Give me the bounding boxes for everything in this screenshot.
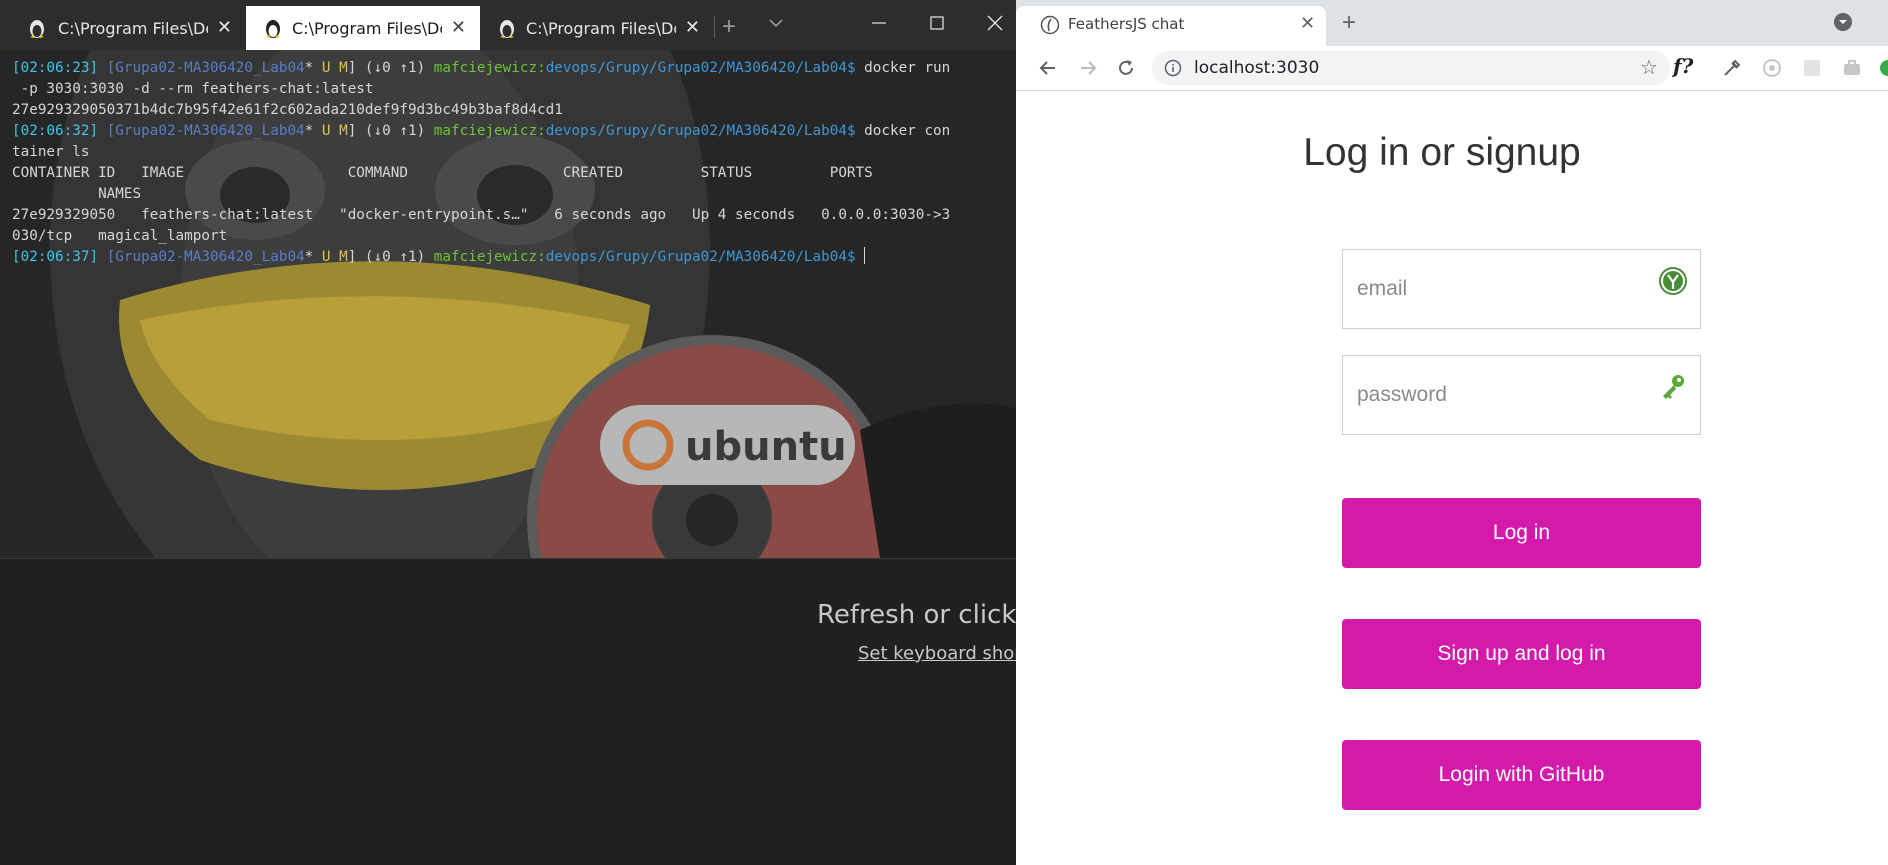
email-field[interactable] bbox=[1342, 249, 1701, 329]
table-row-wrap: 030/tcp magical_lamport bbox=[12, 228, 228, 244]
close-icon[interactable]: ✕ bbox=[217, 17, 232, 38]
table-header-wrap: NAMES bbox=[12, 186, 142, 202]
terminal-body[interactable]: ubuntu [02:06:23] [Grupa02-MA306420_Lab0… bbox=[0, 50, 1024, 558]
git-branch: [Grupa02-MA306420_Lab04 bbox=[106, 249, 305, 265]
maximize-icon bbox=[930, 16, 944, 30]
new-tab-icon[interactable]: + bbox=[722, 13, 736, 41]
password-manager-icon[interactable] bbox=[1658, 266, 1688, 296]
extension-f-icon[interactable]: f? bbox=[1673, 54, 1693, 78]
command-text: docker run bbox=[855, 60, 951, 76]
terminal-tab-label: C:\Program Files\Docl bbox=[292, 19, 442, 38]
tux-icon bbox=[266, 20, 280, 38]
address-bar[interactable]: localhost:3030 ☆ bbox=[1152, 51, 1670, 85]
git-sync: ] (↓0 ↑1) bbox=[347, 60, 434, 76]
page-title: Log in or signup bbox=[1303, 131, 1581, 174]
container-id-output: 27e929329050371b4dc7b95f42e61f2c602ada21… bbox=[12, 102, 563, 118]
info-icon[interactable] bbox=[1164, 59, 1182, 77]
maximize-button[interactable] bbox=[908, 0, 966, 46]
close-icon[interactable]: ✕ bbox=[1300, 13, 1315, 34]
new-tab-icon[interactable]: + bbox=[1342, 9, 1356, 37]
terminal-tab-2[interactable]: C:\Program Files\Docl ✕ bbox=[246, 6, 480, 50]
terminal-line-2: [02:06:32] [Grupa02-MA306420_Lab04* U M]… bbox=[12, 123, 950, 139]
timestamp: [02:06:32] bbox=[12, 123, 99, 139]
minimize-button[interactable] bbox=[850, 0, 908, 46]
github-login-button[interactable]: Login with GitHub bbox=[1342, 740, 1701, 810]
terminal-tabbar: C:\Program Files\Docl ✕ C:\Program Files… bbox=[0, 0, 1024, 50]
password-input[interactable] bbox=[1343, 356, 1700, 434]
git-branch: [Grupa02-MA306420_Lab04 bbox=[106, 123, 305, 139]
prompt-path: devops/Grupy/Grupa02/MA306420/Lab04$ bbox=[545, 123, 856, 139]
tab-search-icon[interactable] bbox=[1833, 12, 1853, 32]
terminal-output: [02:06:23] [Grupa02-MA306420_Lab04* U M]… bbox=[12, 58, 950, 268]
git-status: U M bbox=[321, 249, 348, 265]
bookmark-star-icon[interactable]: ☆ bbox=[1640, 55, 1658, 80]
browser-tab[interactable]: FeathersJS chat ✕ bbox=[1016, 6, 1326, 46]
tux-icon bbox=[500, 20, 514, 38]
git-dirty-marker: * bbox=[304, 60, 322, 76]
prompt-user: mafciejewicz: bbox=[433, 60, 546, 76]
forward-arrow-icon[interactable] bbox=[1078, 58, 1098, 78]
eyedropper-icon[interactable] bbox=[1722, 58, 1742, 78]
prompt-path: devops/Grupy/Grupa02/MA306420/Lab04$ bbox=[545, 249, 856, 265]
ubuntu-wallpaper-text: ubuntu bbox=[685, 424, 847, 470]
git-status: U M bbox=[321, 123, 348, 139]
close-icon bbox=[987, 15, 1003, 31]
table-header: CONTAINER ID IMAGE COMMAND CREATED STATU… bbox=[12, 165, 873, 181]
minimize-icon bbox=[872, 22, 886, 24]
email-input[interactable] bbox=[1343, 250, 1700, 328]
terminal-tab-label: C:\Program Files\Docl bbox=[58, 19, 208, 38]
password-field[interactable] bbox=[1342, 355, 1701, 435]
extension-circle-icon[interactable] bbox=[1762, 58, 1782, 78]
page-content: Log in or signup Log in Sign up and log … bbox=[1016, 91, 1888, 865]
back-arrow-icon[interactable] bbox=[1038, 58, 1058, 78]
prompt-user: mafciejewicz: bbox=[433, 249, 546, 265]
table-row: 27e929329050 feathers-chat:latest "docke… bbox=[12, 207, 951, 223]
prompt-path: devops/Grupy/Grupa02/MA306420/Lab04$ bbox=[545, 60, 856, 76]
git-sync: ] (↓0 ↑1) bbox=[347, 249, 434, 265]
terminal-tab-label: C:\Program Files\Docl bbox=[526, 19, 676, 38]
terminal-line-1: [02:06:23] [Grupa02-MA306420_Lab04* U M]… bbox=[12, 60, 950, 76]
signup-login-button[interactable]: Sign up and log in bbox=[1342, 619, 1701, 689]
git-branch: [Grupa02-MA306420_Lab04 bbox=[106, 60, 305, 76]
close-icon[interactable]: ✕ bbox=[451, 17, 466, 38]
timestamp: [02:06:23] bbox=[12, 60, 99, 76]
reload-icon[interactable] bbox=[1116, 58, 1136, 78]
browser-tabstrip: FeathersJS chat ✕ + bbox=[1016, 0, 1888, 46]
command-text-wrap: -p 3030:3030 -d --rm feathers-chat:lates… bbox=[12, 81, 374, 97]
timestamp: [02:06:37] bbox=[12, 249, 99, 265]
key-icon[interactable] bbox=[1658, 372, 1688, 402]
prompt-user: mafciejewicz: bbox=[433, 123, 546, 139]
keyboard-shortcut-link[interactable]: Set keyboard shortc bbox=[858, 643, 1039, 664]
browser-tab-title: FeathersJS chat bbox=[1068, 15, 1185, 33]
git-dirty-marker: * bbox=[304, 249, 322, 265]
close-icon[interactable]: ✕ bbox=[685, 17, 700, 38]
extension-square-icon[interactable] bbox=[1802, 58, 1822, 78]
url-text: localhost:3030 bbox=[1194, 58, 1320, 78]
extension-green-icon[interactable] bbox=[1878, 58, 1888, 78]
briefcase-icon[interactable] bbox=[1842, 58, 1862, 78]
chevron-down-icon[interactable] bbox=[768, 15, 784, 31]
tab-divider bbox=[714, 16, 715, 38]
git-sync: ] (↓0 ↑1) bbox=[347, 123, 434, 139]
terminal-line-3: [02:06:37] [Grupa02-MA306420_Lab04* U M]… bbox=[12, 247, 866, 265]
browser-toolbar: localhost:3030 ☆ f? bbox=[1016, 46, 1888, 91]
login-button[interactable]: Log in bbox=[1342, 498, 1701, 568]
command-text-wrap: tainer ls bbox=[12, 144, 90, 160]
terminal-tab-1[interactable]: C:\Program Files\Docl ✕ bbox=[0, 6, 246, 50]
browser-window: FeathersJS chat ✕ + localhost:3030 ☆ f? … bbox=[1016, 0, 1888, 865]
terminal-window: C:\Program Files\Docl ✕ C:\Program Files… bbox=[0, 0, 1024, 558]
text-cursor bbox=[864, 247, 866, 264]
tux-icon bbox=[30, 20, 44, 38]
feathers-favicon-icon bbox=[1040, 15, 1060, 35]
command-text: docker con bbox=[855, 123, 951, 139]
git-status: U M bbox=[321, 60, 348, 76]
git-dirty-marker: * bbox=[304, 123, 322, 139]
terminal-tab-3[interactable]: C:\Program Files\Docl ✕ bbox=[480, 6, 714, 50]
